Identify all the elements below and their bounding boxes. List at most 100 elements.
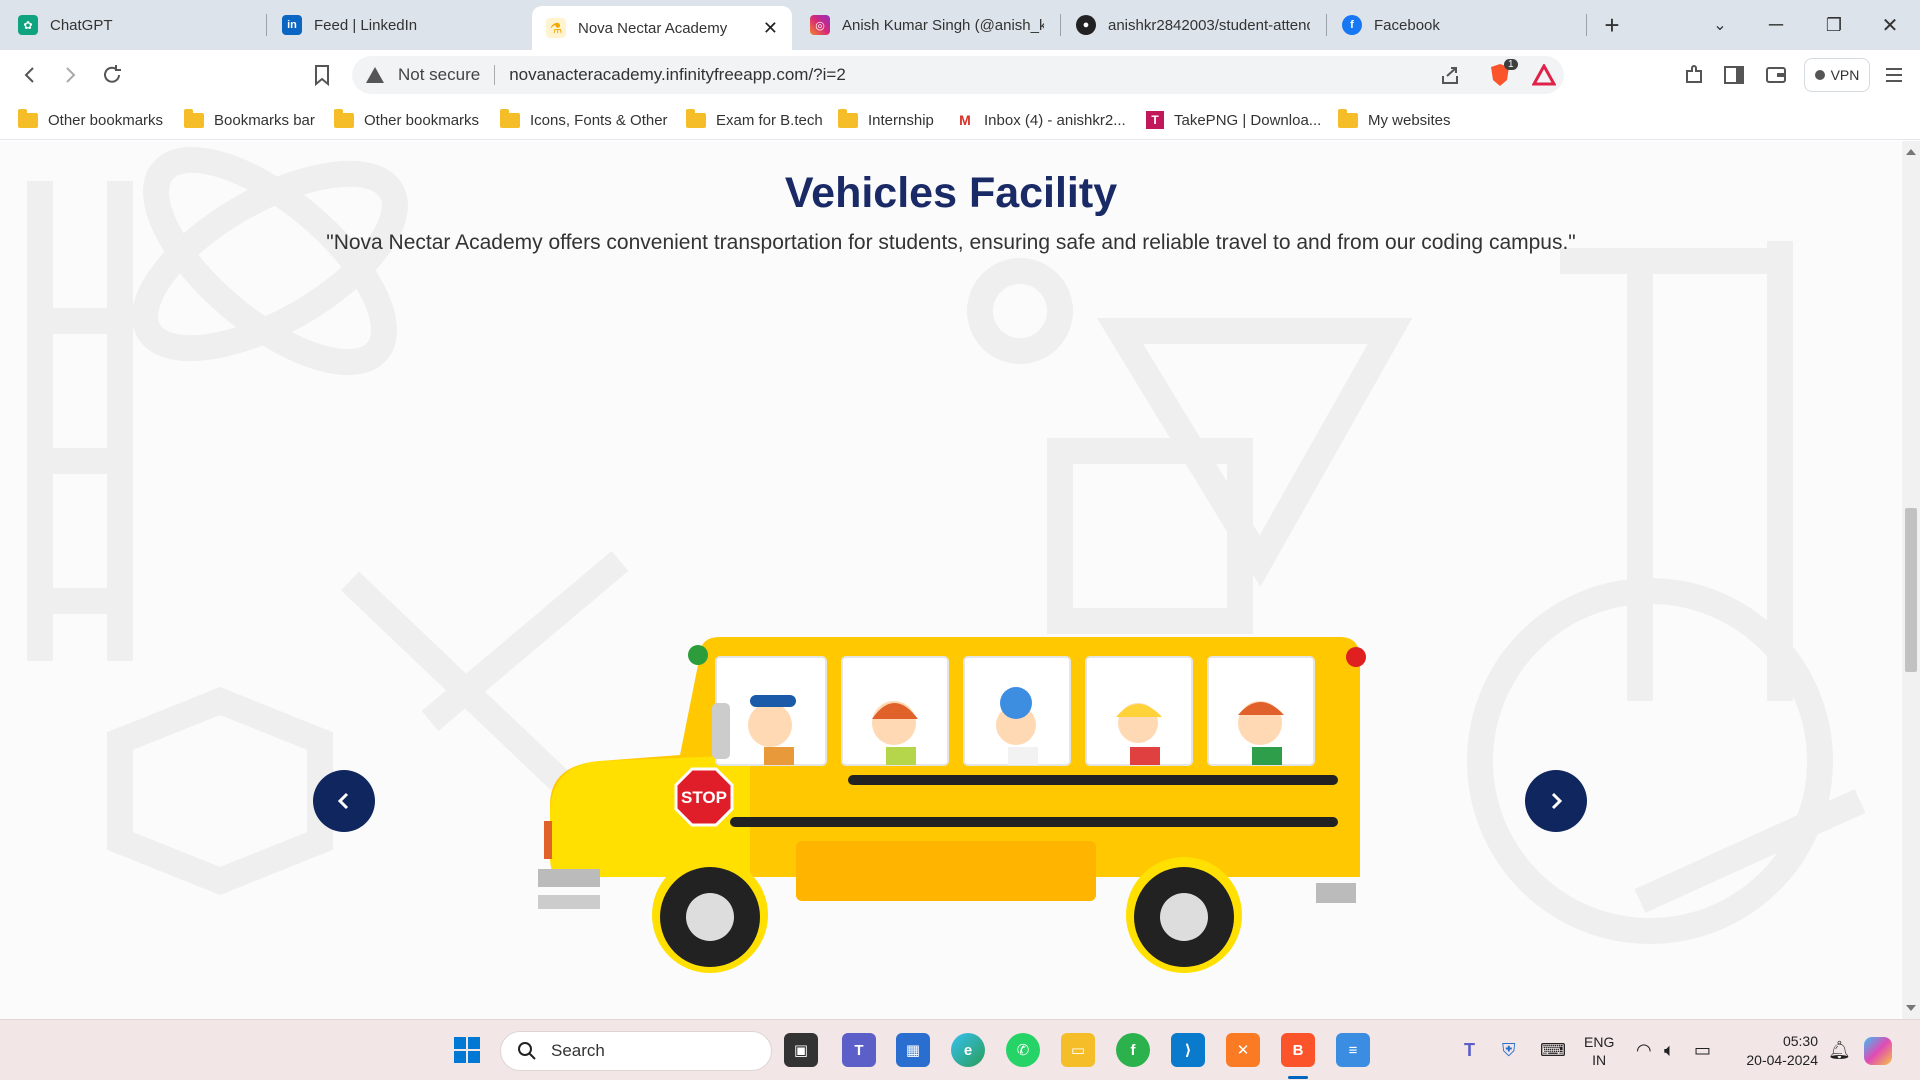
bookmark-other-bookmarks-2[interactable]: Other bookmarks bbox=[334, 108, 479, 132]
bookmark-label: Other bookmarks bbox=[48, 111, 164, 129]
tab-title: Nova Nectar Academy bbox=[578, 19, 728, 37]
bookmark-page-button[interactable] bbox=[306, 59, 338, 91]
takepng-icon: T bbox=[1146, 111, 1164, 129]
bookmark-my-websites[interactable]: My websites bbox=[1338, 108, 1451, 132]
academy-icon: ⚗ bbox=[546, 18, 566, 38]
store-icon[interactable]: ▦ bbox=[896, 1033, 930, 1067]
bookmark-other-bookmarks[interactable]: Other bookmarks bbox=[18, 108, 163, 132]
scroll-down-icon[interactable] bbox=[1906, 1005, 1916, 1011]
scroll-up-icon[interactable] bbox=[1906, 149, 1916, 155]
scrollbar-thumb[interactable] bbox=[1905, 508, 1917, 672]
school-bus-illustration: STOP bbox=[538, 637, 1366, 973]
page-scrollbar[interactable] bbox=[1902, 141, 1920, 1019]
language-indicator[interactable]: ENG IN bbox=[1584, 1020, 1614, 1081]
instagram-icon: ◎ bbox=[810, 15, 830, 35]
sidebar-icon bbox=[1724, 66, 1744, 84]
tab-instagram[interactable]: ◎ Anish Kumar Singh (@anish_ku bbox=[796, 6, 1058, 44]
keyboard-icon[interactable]: ⌨ bbox=[1540, 1020, 1566, 1081]
back-button[interactable] bbox=[14, 59, 46, 91]
new-tab-button[interactable]: + bbox=[1584, 0, 1640, 50]
hamburger-icon bbox=[1886, 68, 1902, 82]
folder-icon bbox=[838, 108, 858, 128]
github-icon: ● bbox=[1076, 15, 1096, 35]
bookmark-label: Icons, Fonts & Other bbox=[530, 111, 668, 129]
teams-icon[interactable]: T bbox=[842, 1033, 876, 1067]
gmail-icon: M bbox=[959, 112, 971, 128]
share-button[interactable] bbox=[1434, 59, 1466, 91]
brave-rewards-button[interactable] bbox=[1528, 59, 1560, 91]
clock-time: 05:30 bbox=[1782, 1032, 1818, 1049]
tab-facebook[interactable]: f Facebook bbox=[1328, 6, 1578, 44]
carousel-prev-button[interactable] bbox=[313, 770, 375, 832]
address-bar[interactable]: Not secure novanacteracademy.infinityfre… bbox=[352, 56, 1564, 94]
url-text[interactable]: novanacteracademy.infinityfreeapp.com/?i… bbox=[509, 65, 846, 85]
tab-github[interactable]: ● anishkr2842003/student-attend bbox=[1062, 6, 1324, 44]
forward-button[interactable] bbox=[54, 59, 86, 91]
vscode-icon[interactable]: ⟩ bbox=[1171, 1033, 1205, 1067]
xampp-icon[interactable]: ✕ bbox=[1226, 1033, 1260, 1067]
close-tab-icon[interactable]: ✕ bbox=[753, 18, 778, 39]
edge-icon[interactable]: e bbox=[951, 1033, 985, 1067]
tab-separator bbox=[266, 14, 267, 36]
chevron-right-icon bbox=[1551, 792, 1563, 810]
folder-icon bbox=[500, 108, 520, 128]
tray-security-icon[interactable]: ⛨ bbox=[1502, 1020, 1516, 1081]
bookmark-label: Internship bbox=[868, 111, 934, 129]
notification-bell-icon[interactable]: 🔔︎ bbox=[1828, 1020, 1851, 1081]
reload-icon bbox=[104, 65, 121, 83]
battery-icon[interactable]: ▭ bbox=[1694, 1020, 1711, 1081]
page-title: Vehicles Facility bbox=[784, 169, 1118, 217]
extensions-button[interactable] bbox=[1678, 59, 1710, 91]
security-status[interactable]: Not secure bbox=[398, 65, 480, 85]
wifi-icon[interactable]: ◠ bbox=[1636, 1020, 1652, 1081]
wallet-button[interactable] bbox=[1760, 59, 1792, 91]
tab-chatgpt[interactable]: ✿ ChatGPT bbox=[4, 6, 264, 44]
tab-linkedin[interactable]: in Feed | LinkedIn bbox=[268, 6, 530, 44]
webpage: Vehicles Facility "Nova Nectar Academy o… bbox=[0, 141, 1902, 1019]
tab-title: Feed | LinkedIn bbox=[314, 16, 418, 34]
page-subtitle: "Nova Nectar Academy offers convenient t… bbox=[326, 231, 1576, 254]
bookmarks-bar: Other bookmarks Bookmarks bar Other book… bbox=[0, 100, 1920, 140]
reload-button[interactable] bbox=[96, 59, 128, 91]
copilot-icon[interactable] bbox=[1864, 1020, 1892, 1081]
linkedin-icon: in bbox=[282, 15, 302, 35]
file-explorer-icon[interactable]: ▭ bbox=[1061, 1033, 1095, 1067]
task-view-icon[interactable]: ▣ bbox=[784, 1033, 818, 1067]
vpn-button[interactable]: VPN bbox=[1804, 58, 1870, 92]
search-placeholder: Search bbox=[551, 1041, 605, 1060]
close-window-button[interactable]: ✕ bbox=[1862, 0, 1918, 50]
restore-button[interactable]: ❐ bbox=[1806, 0, 1862, 50]
bookmark-exam-btech[interactable]: Exam for B.tech bbox=[686, 108, 823, 132]
whatsapp-icon[interactable]: ✆ bbox=[1006, 1033, 1040, 1067]
brave-shields-button[interactable]: 1 bbox=[1484, 59, 1518, 91]
clock[interactable]: 05:30 20-04-2024 bbox=[1736, 1020, 1818, 1081]
bookmark-label: My websites bbox=[1368, 111, 1451, 129]
taskbar-search[interactable]: Search bbox=[500, 1031, 772, 1071]
start-button[interactable] bbox=[450, 1033, 484, 1067]
forward-arrow-icon bbox=[66, 67, 76, 83]
feedly-icon[interactable]: f bbox=[1116, 1033, 1150, 1067]
bookmark-internship[interactable]: Internship bbox=[838, 108, 934, 132]
tab-search-chevron-icon[interactable]: ⌄ bbox=[1692, 0, 1748, 50]
bookmark-gmail-inbox[interactable]: M Inbox (4) - anishkr2... bbox=[956, 108, 1126, 132]
folder-icon bbox=[18, 108, 38, 128]
share-icon bbox=[1442, 67, 1458, 84]
carousel-next-button[interactable] bbox=[1525, 770, 1587, 832]
tray-teams-icon[interactable]: T bbox=[1464, 1020, 1475, 1081]
volume-icon[interactable]: 🔈︎ bbox=[1664, 1020, 1675, 1081]
bookmark-takepng[interactable]: T TakePNG | Downloa... bbox=[1146, 108, 1321, 132]
tab-nova-nectar-academy[interactable]: ⚗ Nova Nectar Academy ✕ bbox=[532, 6, 792, 50]
tab-strip: ✿ ChatGPT in Feed | LinkedIn ⚗ Nova Nect… bbox=[0, 0, 1920, 50]
notepad-icon[interactable]: ≡ bbox=[1336, 1033, 1370, 1067]
folder-icon bbox=[184, 108, 204, 128]
bookmark-icons-fonts[interactable]: Icons, Fonts & Other bbox=[500, 108, 668, 132]
tab-title: ChatGPT bbox=[50, 16, 113, 34]
minimize-button[interactable]: ─ bbox=[1748, 0, 1804, 50]
menu-button[interactable] bbox=[1878, 59, 1910, 91]
puzzle-icon bbox=[1686, 65, 1702, 83]
vpn-status-icon bbox=[1814, 70, 1825, 80]
tab-separator bbox=[1326, 14, 1327, 36]
sidebar-button[interactable] bbox=[1718, 59, 1750, 91]
brave-icon[interactable]: B bbox=[1281, 1033, 1315, 1067]
bookmark-bookmarks-bar[interactable]: Bookmarks bar bbox=[184, 108, 315, 132]
